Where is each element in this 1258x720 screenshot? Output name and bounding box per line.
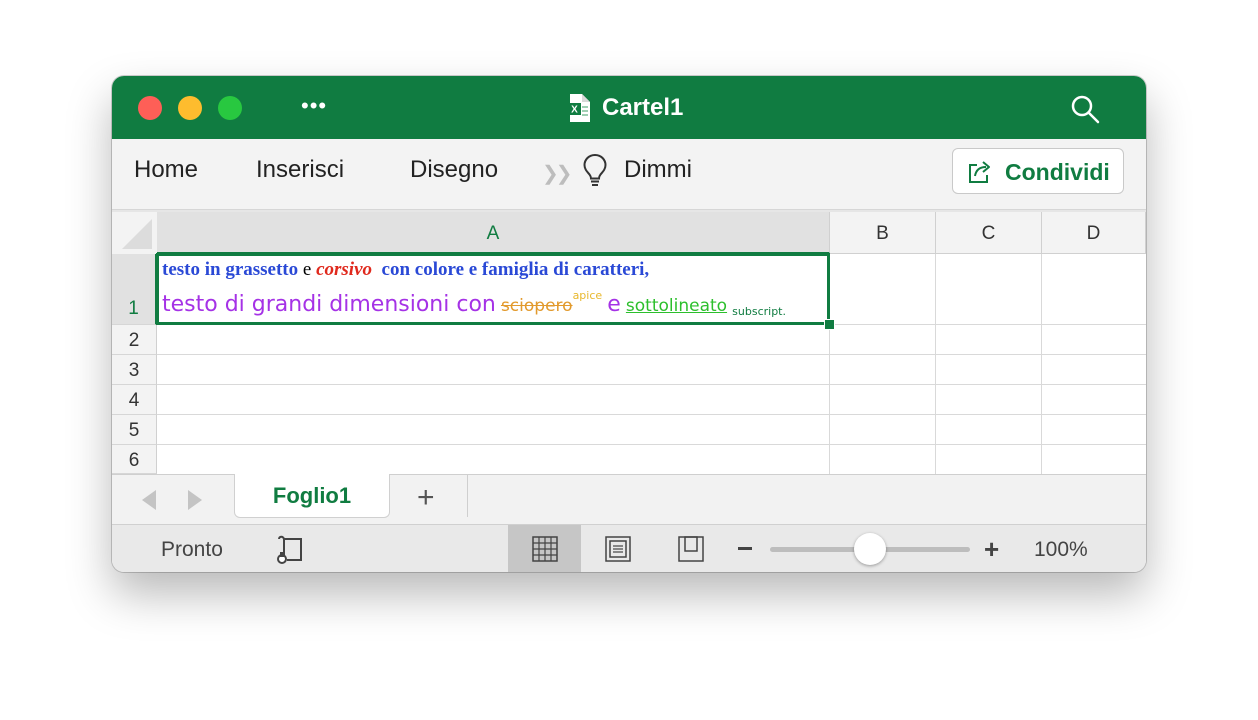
gridline <box>935 254 936 474</box>
share-button[interactable]: Condividi <box>952 148 1124 194</box>
zoom-in-button[interactable]: + <box>984 535 999 563</box>
search-icon[interactable] <box>1070 94 1100 124</box>
column-header-a[interactable]: A <box>157 212 830 254</box>
macro-icon[interactable] <box>275 534 307 564</box>
excel-file-icon: X <box>568 94 590 122</box>
tab-divider <box>467 475 468 517</box>
page-layout-icon <box>605 536 631 562</box>
more-icon[interactable]: ••• <box>301 94 327 118</box>
status-text: Pronto <box>161 538 223 561</box>
cell-selection-a1[interactable] <box>156 253 830 325</box>
column-header-b[interactable]: B <box>830 212 936 254</box>
gridline <box>1041 254 1042 474</box>
add-sheet-icon[interactable]: + <box>417 483 435 513</box>
svg-text:X: X <box>571 105 578 116</box>
row-header-2[interactable]: 2 <box>112 325 157 355</box>
normal-view-icon <box>532 536 558 562</box>
sheet-tab-foglio1[interactable]: Foglio1 <box>234 474 390 518</box>
share-label: Condividi <box>1005 159 1110 185</box>
excel-window: ••• X Cartel1 Home Inserisci Disegno ❯❯ <box>112 76 1146 572</box>
gridline <box>157 384 1146 385</box>
row-header-3[interactable]: 3 <box>112 355 157 385</box>
window-title: Cartel1 <box>602 94 684 121</box>
zoom-out-button[interactable] <box>738 547 752 550</box>
status-bar: Pronto + 100% <box>112 524 1146 572</box>
zoom-window-button[interactable] <box>218 96 242 120</box>
page-break-view-button[interactable] <box>654 525 727 572</box>
chevrons-icon[interactable]: ❯❯ <box>542 161 572 186</box>
normal-view-button[interactable] <box>508 525 581 572</box>
tab-inserisci[interactable]: Inserisci <box>256 155 344 185</box>
title-bar: ••• X Cartel1 <box>112 76 1146 139</box>
gridline <box>157 414 1146 415</box>
column-header-d[interactable]: D <box>1042 212 1146 254</box>
gridline <box>157 444 1146 445</box>
select-all-corner[interactable] <box>112 212 158 255</box>
column-header-c[interactable]: C <box>936 212 1042 254</box>
next-sheet-icon[interactable] <box>188 490 202 510</box>
tab-home[interactable]: Home <box>134 155 198 185</box>
tab-disegno[interactable]: Disegno <box>410 155 498 185</box>
row-header-1[interactable]: 1 <box>112 254 157 325</box>
close-window-button[interactable] <box>138 96 162 120</box>
prev-sheet-icon[interactable] <box>142 490 156 510</box>
zoom-slider-thumb[interactable] <box>854 533 886 565</box>
zoom-level[interactable]: 100% <box>1034 538 1088 562</box>
fill-handle[interactable] <box>824 319 835 330</box>
lightbulb-icon[interactable] <box>582 153 608 187</box>
share-icon <box>969 161 990 183</box>
row-header-6[interactable]: 6 <box>112 445 157 474</box>
row-header-5[interactable]: 5 <box>112 415 157 445</box>
window-title-group: X Cartel1 <box>568 94 683 122</box>
gridline <box>157 354 1146 355</box>
row-header-4[interactable]: 4 <box>112 385 157 415</box>
sheet-tab-bar: Foglio1 + <box>112 474 1146 525</box>
spreadsheet-grid: A B C D 1 2 3 4 5 6 testo in grassetto e… <box>112 212 1146 474</box>
ribbon: Home Inserisci Disegno ❯❯ Dimmi Condivid… <box>112 139 1146 210</box>
tab-dimmi[interactable]: Dimmi <box>624 155 692 185</box>
minimize-window-button[interactable] <box>178 96 202 120</box>
page-layout-view-button[interactable] <box>581 525 654 572</box>
page-break-icon <box>678 536 704 562</box>
